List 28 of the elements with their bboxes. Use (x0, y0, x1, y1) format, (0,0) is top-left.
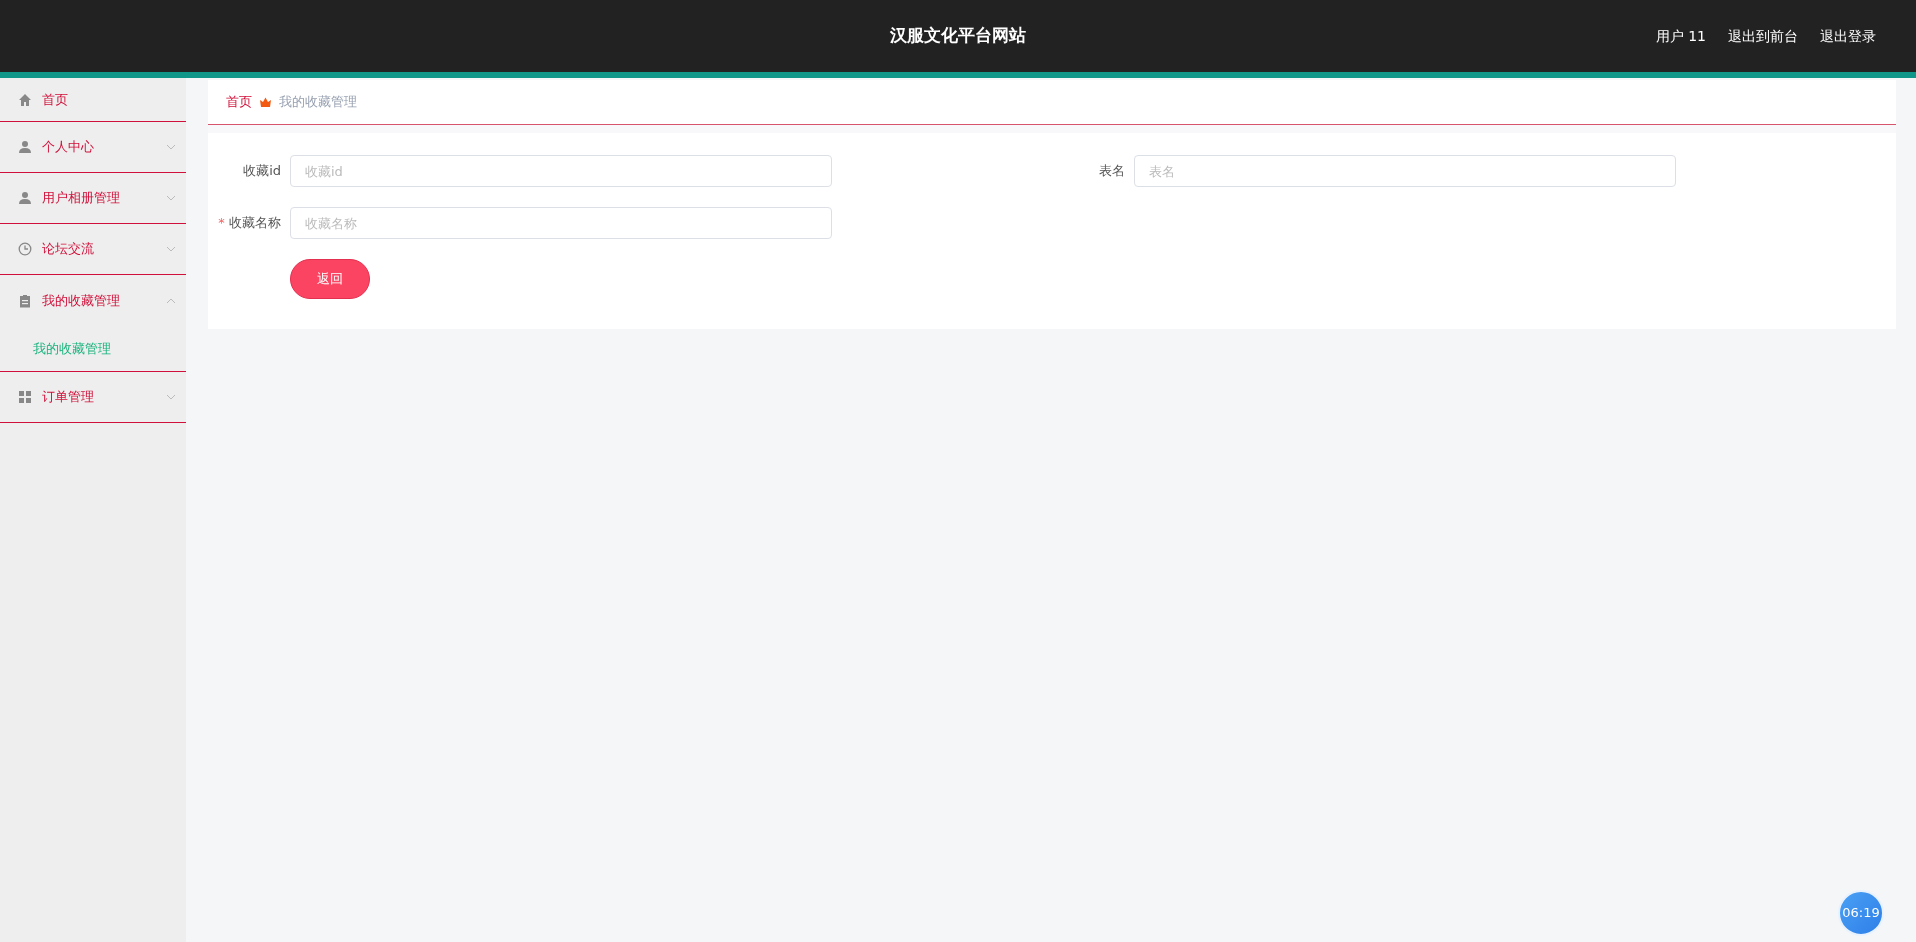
sidebar-item[interactable]: 论坛交流 (0, 224, 186, 275)
header-link[interactable]: 退出到前台 (1728, 25, 1798, 47)
clock-icon (18, 242, 32, 256)
breadcrumb-link[interactable]: 首页 (226, 92, 252, 112)
timer-badge[interactable]: 06:19 (1838, 890, 1884, 936)
breadcrumb-current: 我的收藏管理 (279, 93, 357, 112)
clipboard-icon (18, 293, 32, 308)
header-link[interactable]: 退出登录 (1820, 25, 1876, 47)
user-icon (18, 140, 32, 154)
sidebar-item[interactable]: 用户相册管理 (0, 173, 186, 224)
field-label: 收藏名称 (229, 214, 281, 233)
field-label: 收藏id (243, 162, 281, 181)
input-field[interactable]: 收藏名称 (290, 207, 832, 239)
crown-icon (260, 97, 271, 107)
user-icon (18, 191, 32, 205)
site-title: 汉服文化平台网站 (890, 24, 1026, 48)
header-link[interactable]: 用户 11 (1655, 25, 1706, 47)
input-field[interactable]: 表名 (1134, 155, 1676, 187)
home-icon (18, 92, 32, 107)
sidebar-item[interactable]: 订单管理 (0, 372, 186, 423)
input-field[interactable]: 收藏id (290, 155, 832, 187)
sidebar-item[interactable]: 个人中心 (0, 122, 186, 173)
sidebar-item[interactable]: 首页 (0, 78, 186, 122)
required-mark: * (218, 215, 226, 231)
grid-icon (18, 390, 32, 404)
sidebar-item[interactable]: 我的收藏管理 (0, 275, 186, 326)
field-label: 表名 (1099, 162, 1125, 181)
back-button[interactable]: 返回 (290, 259, 370, 299)
